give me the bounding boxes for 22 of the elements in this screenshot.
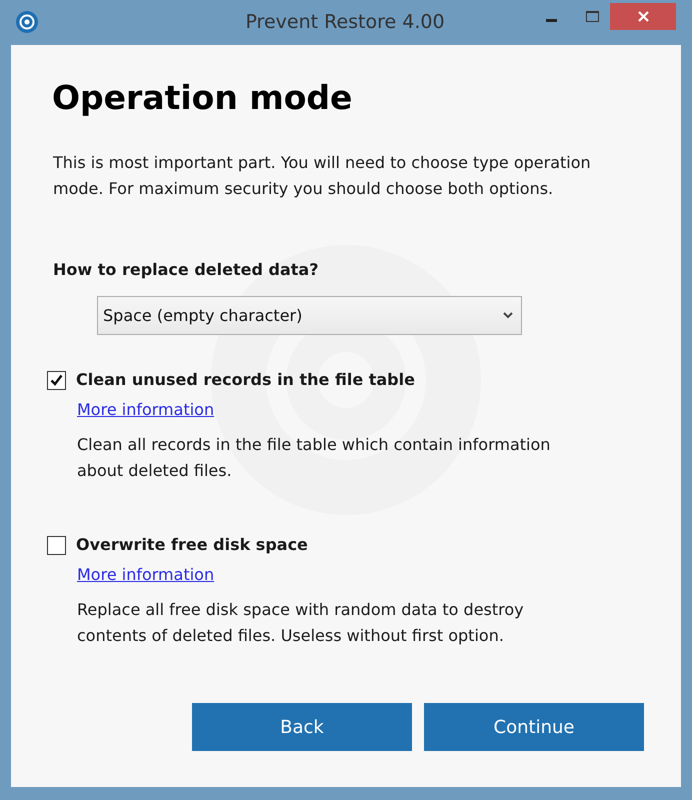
- intro-paragraph: This is most important part. You will need to choose type operation mode. For maximum security you should choose both options.: [53, 152, 592, 200]
- wizard-button[interactable]: Back: [192, 703, 412, 751]
- maximize-icon: [586, 10, 598, 22]
- wizard-button[interactable]: Continue: [424, 703, 644, 751]
- checkbox[interactable]: [47, 536, 66, 554]
- replace-data-dropdown[interactable]: Space (empty character): [97, 296, 522, 335]
- option-label[interactable]: Overwrite free disk space: [76, 534, 308, 556]
- close-button[interactable]: [610, 3, 676, 30]
- checkbox[interactable]: [47, 370, 66, 390]
- chevron-down-icon: [503, 312, 513, 319]
- more-information-link[interactable]: More information: [77, 564, 214, 586]
- minimize-icon: [546, 18, 556, 22]
- page-heading: Operation mode: [52, 78, 352, 118]
- checkmark-icon: [50, 374, 63, 386]
- option-description: Replace all free disk space with random data to destroy contents of deleted files. Useless without first option.: [77, 599, 525, 647]
- window-title: Prevent Restore 4.00: [244, 10, 446, 35]
- more-information-link[interactable]: More information: [77, 399, 214, 421]
- replace-data-label: How to replace deleted data?: [53, 259, 318, 281]
- close-icon: [638, 11, 648, 22]
- option-label[interactable]: Clean unused records in the file table: [76, 369, 415, 391]
- app-logo-icon[interactable]: [16, 11, 38, 33]
- option-description: Clean all records in the file table which contain information about deleted files.: [77, 434, 552, 482]
